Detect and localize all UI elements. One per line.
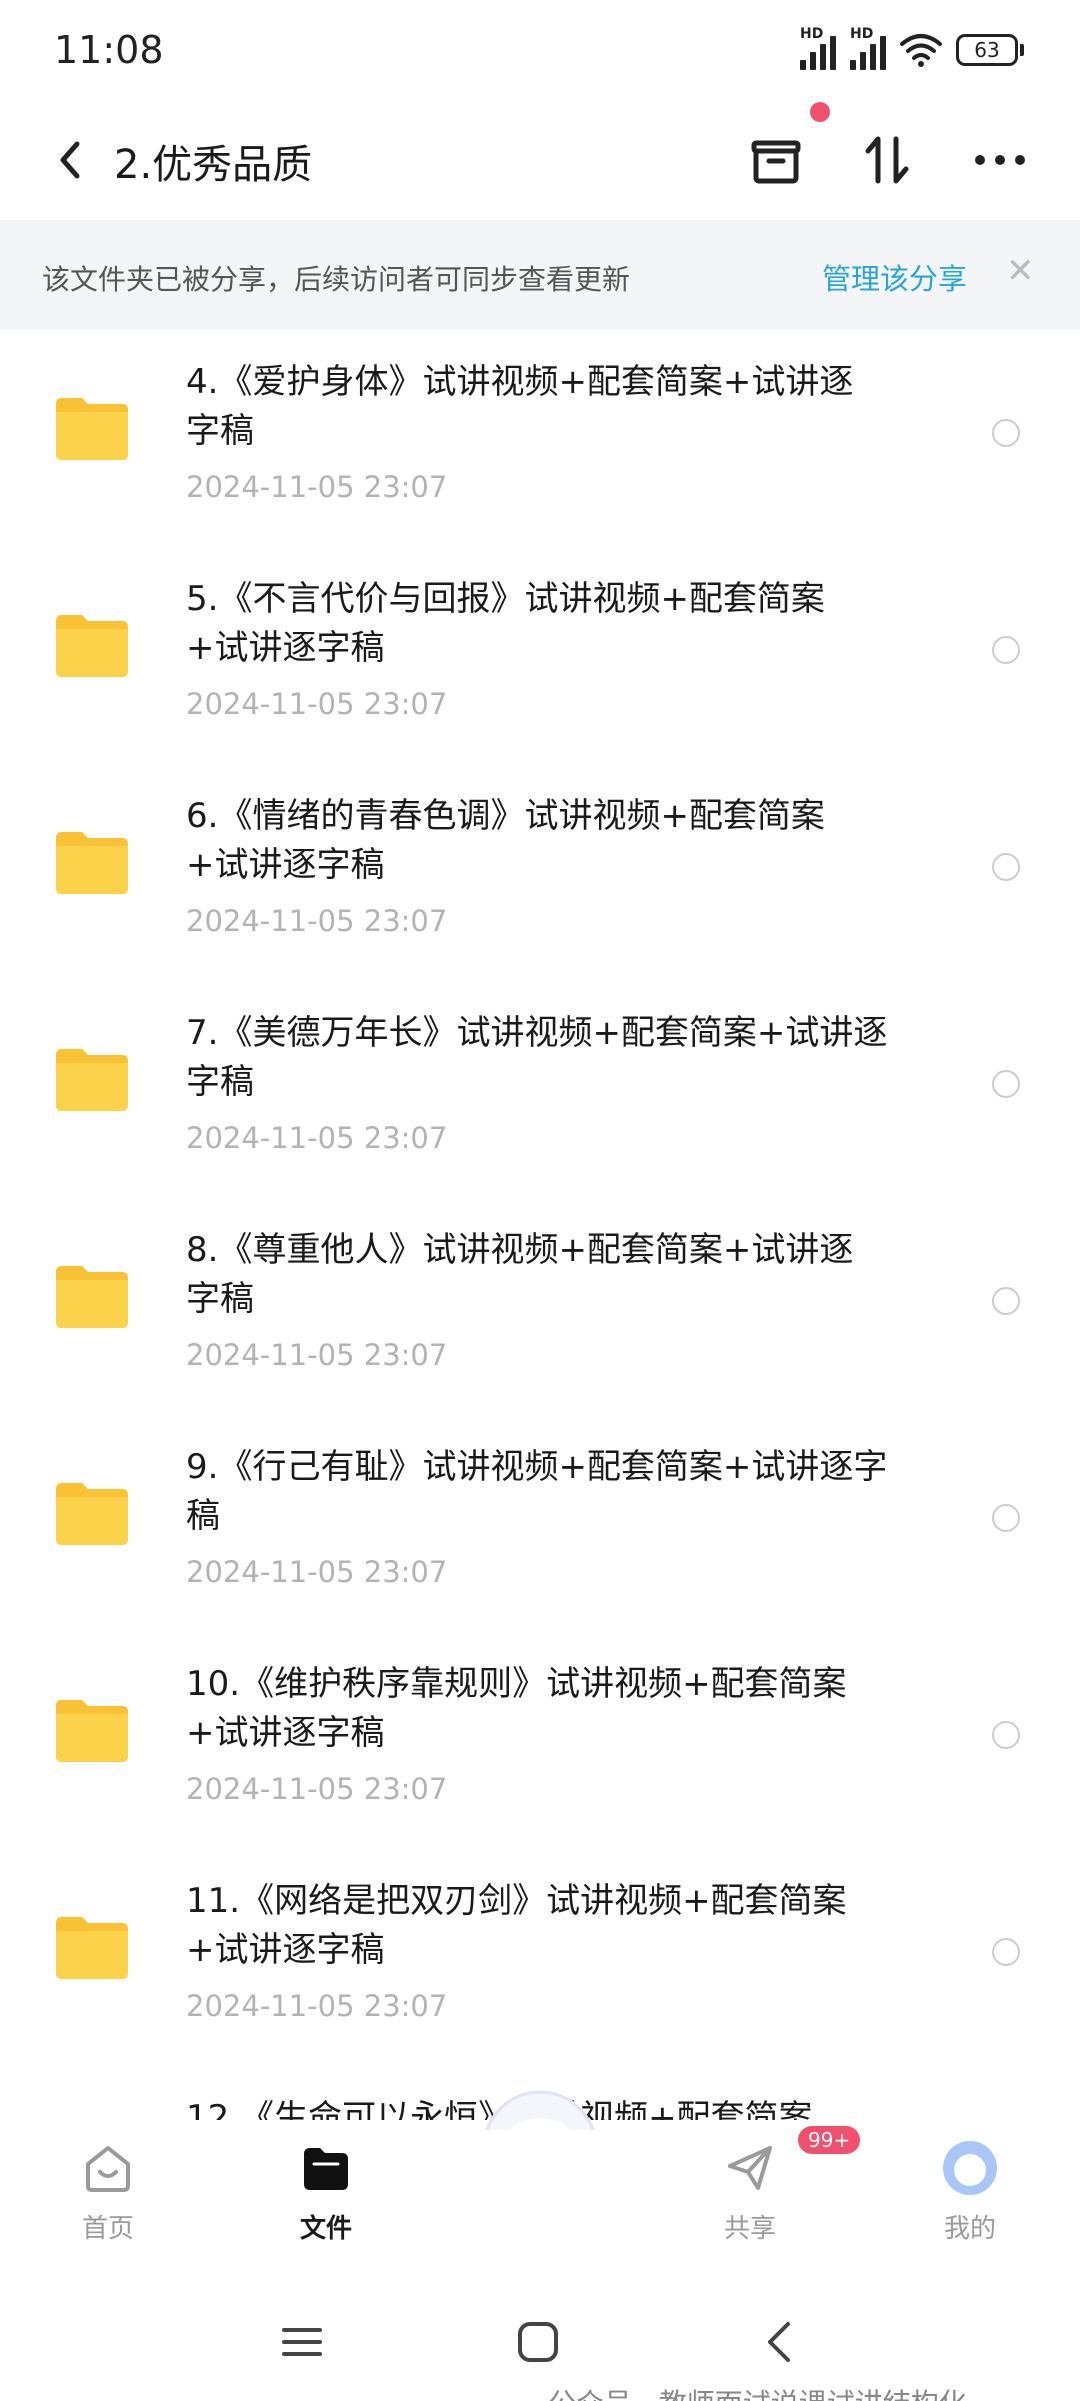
list-item[interactable]: 8.《尊重他人》试讲视频+配套简案+试讲逐 字稿 2024-11-05 23:07 <box>0 1198 1080 1415</box>
battery-icon: 63 <box>956 34 1024 66</box>
more-button[interactable] <box>968 128 1032 192</box>
select-checkbox[interactable] <box>992 1504 1020 1532</box>
list-item[interactable]: 10.《维护秩序靠规则》试讲视频+配套简案 +试讲逐字稿 2024-11-05 2… <box>0 1632 1080 1849</box>
cellular-signal-icon: HD <box>800 26 836 70</box>
nav-home[interactable]: 首页 <box>48 2140 168 2245</box>
bottom-nav: 首页 文件 99+ 共享 我的 <box>0 2126 1080 2280</box>
nav-files[interactable]: 文件 <box>266 2140 386 2245</box>
file-name: 4.《爱护身体》试讲视频+配套简案+试讲逐 字稿 <box>186 362 854 451</box>
select-checkbox[interactable] <box>992 419 1020 447</box>
home-icon <box>86 2146 130 2192</box>
recent-apps-icon[interactable] <box>280 2320 324 2364</box>
select-checkbox[interactable] <box>992 1721 1020 1749</box>
folder-icon <box>56 1917 128 1979</box>
nav-mine-label: 我的 <box>943 2214 996 2244</box>
select-checkbox[interactable] <box>992 636 1020 664</box>
file-date: 2024-11-05 23:07 <box>186 1772 448 1806</box>
sort-button[interactable] <box>855 128 919 192</box>
list-item[interactable]: 9.《行己有耻》试讲视频+配套简案+试讲逐字稿 2024-11-05 23:07 <box>0 1415 1080 1632</box>
share-badge: 99+ <box>798 2126 861 2154</box>
hd-label-2: HD <box>850 26 874 42</box>
chevron-left-icon <box>60 141 80 179</box>
list-item[interactable]: 4.《爱护身体》试讲视频+配套简案+试讲逐 字稿 2024-11-05 23:07 <box>0 330 1080 547</box>
file-name: 10.《维护秩序靠规则》试讲视频+配套简案 +试讲逐字稿 <box>186 1664 847 1753</box>
select-checkbox[interactable] <box>992 1938 1020 1966</box>
nav-mine[interactable]: 我的 <box>910 2140 1030 2245</box>
folder-icon <box>56 398 128 460</box>
cellular-signal-icon-2: HD <box>850 26 886 70</box>
header: 2.优秀品质 <box>0 100 1080 220</box>
file-date: 2024-11-05 23:07 <box>186 1121 448 1155</box>
nav-home-label: 首页 <box>81 2214 134 2244</box>
back-nav-icon[interactable] <box>758 2320 802 2364</box>
file-name: 6.《情绪的青春色调》试讲视频+配套简案 +试讲逐字稿 <box>186 796 825 885</box>
folder-icon <box>56 615 128 677</box>
list-item[interactable]: 11.《网络是把双刃剑》试讲视频+配套简案 +试讲逐字稿 2024-11-05 2… <box>0 1849 1080 2066</box>
archive-icon <box>751 140 801 184</box>
manage-share-link[interactable]: 管理该分享 <box>822 256 967 298</box>
status-time: 11:08 <box>54 28 164 72</box>
avatar-icon <box>943 2141 997 2195</box>
battery-level: 63 <box>974 38 1000 62</box>
share-banner: 该文件夹已被分享，后续访问者可同步查看更新 管理该分享 ✕ <box>0 220 1080 330</box>
file-date: 2024-11-05 23:07 <box>186 687 448 721</box>
nav-files-label: 文件 <box>299 2214 352 2244</box>
hd-label: HD <box>800 26 824 42</box>
folder-icon <box>56 1483 128 1545</box>
file-list: 4.《爱护身体》试讲视频+配套简案+试讲逐 字稿 2024-11-05 23:07… <box>0 330 1080 2120</box>
banner-close-icon[interactable]: ✕ <box>1006 254 1035 288</box>
notification-dot <box>810 102 830 122</box>
folder-icon <box>56 832 128 894</box>
file-date: 2024-11-05 23:07 <box>186 1989 448 2023</box>
folder-filled-icon <box>304 2148 348 2190</box>
file-name: 5.《不言代价与回报》试讲视频+配套简案 +试讲逐字稿 <box>186 579 825 668</box>
share-banner-text: 该文件夹已被分享，后续访问者可同步查看更新 <box>42 263 631 296</box>
file-name: 7.《美德万年长》试讲视频+配套简案+试讲逐 字稿 <box>186 1013 888 1102</box>
select-checkbox[interactable] <box>992 853 1020 881</box>
nav-share-label: 共享 <box>723 2214 776 2244</box>
page-title: 2.优秀品质 <box>114 142 313 188</box>
file-name: 11.《网络是把双刃剑》试讲视频+配套简案 +试讲逐字稿 <box>186 1881 847 1970</box>
file-date: 2024-11-05 23:07 <box>186 904 448 938</box>
folder-icon <box>56 1266 128 1328</box>
status-bar: 11:08 HD HD 63 <box>0 0 1080 100</box>
list-item[interactable]: 7.《美德万年长》试讲视频+配套简案+试讲逐 字稿 2024-11-05 23:0… <box>0 981 1080 1198</box>
folder-icon <box>56 1700 128 1762</box>
file-date: 2024-11-05 23:07 <box>186 1555 448 1589</box>
back-button[interactable] <box>40 130 100 190</box>
file-name: 9.《行己有耻》试讲视频+配套简案+试讲逐字稿 <box>186 1447 888 1536</box>
file-date: 2024-11-05 23:07 <box>186 470 448 504</box>
watermark-text: 公众号 · 教师面试说课试讲结构化 <box>548 2382 967 2401</box>
select-checkbox[interactable] <box>992 1287 1020 1315</box>
list-item[interactable]: 5.《不言代价与回报》试讲视频+配套简案 +试讲逐字稿 2024-11-05 23… <box>0 547 1080 764</box>
folder-icon <box>56 1049 128 1111</box>
file-name: 8.《尊重他人》试讲视频+配套简案+试讲逐 字稿 <box>186 1230 854 1319</box>
system-nav-bar: 公众号 · 教师面试说课试讲结构化 <box>0 2290 1080 2401</box>
status-icons: HD HD 63 <box>800 26 1024 70</box>
file-date: 2024-11-05 23:07 <box>186 1338 448 1372</box>
more-icon <box>975 155 1025 165</box>
wifi-icon <box>900 34 942 67</box>
list-item[interactable]: 6.《情绪的青春色调》试讲视频+配套简案 +试讲逐字稿 2024-11-05 23… <box>0 764 1080 981</box>
sort-icon <box>865 136 909 184</box>
select-checkbox[interactable] <box>992 1070 1020 1098</box>
nav-share[interactable]: 99+ 共享 <box>690 2126 861 2245</box>
archive-button[interactable] <box>744 128 808 192</box>
paper-plane-icon <box>728 2146 772 2190</box>
home-button-icon[interactable] <box>516 2320 560 2364</box>
